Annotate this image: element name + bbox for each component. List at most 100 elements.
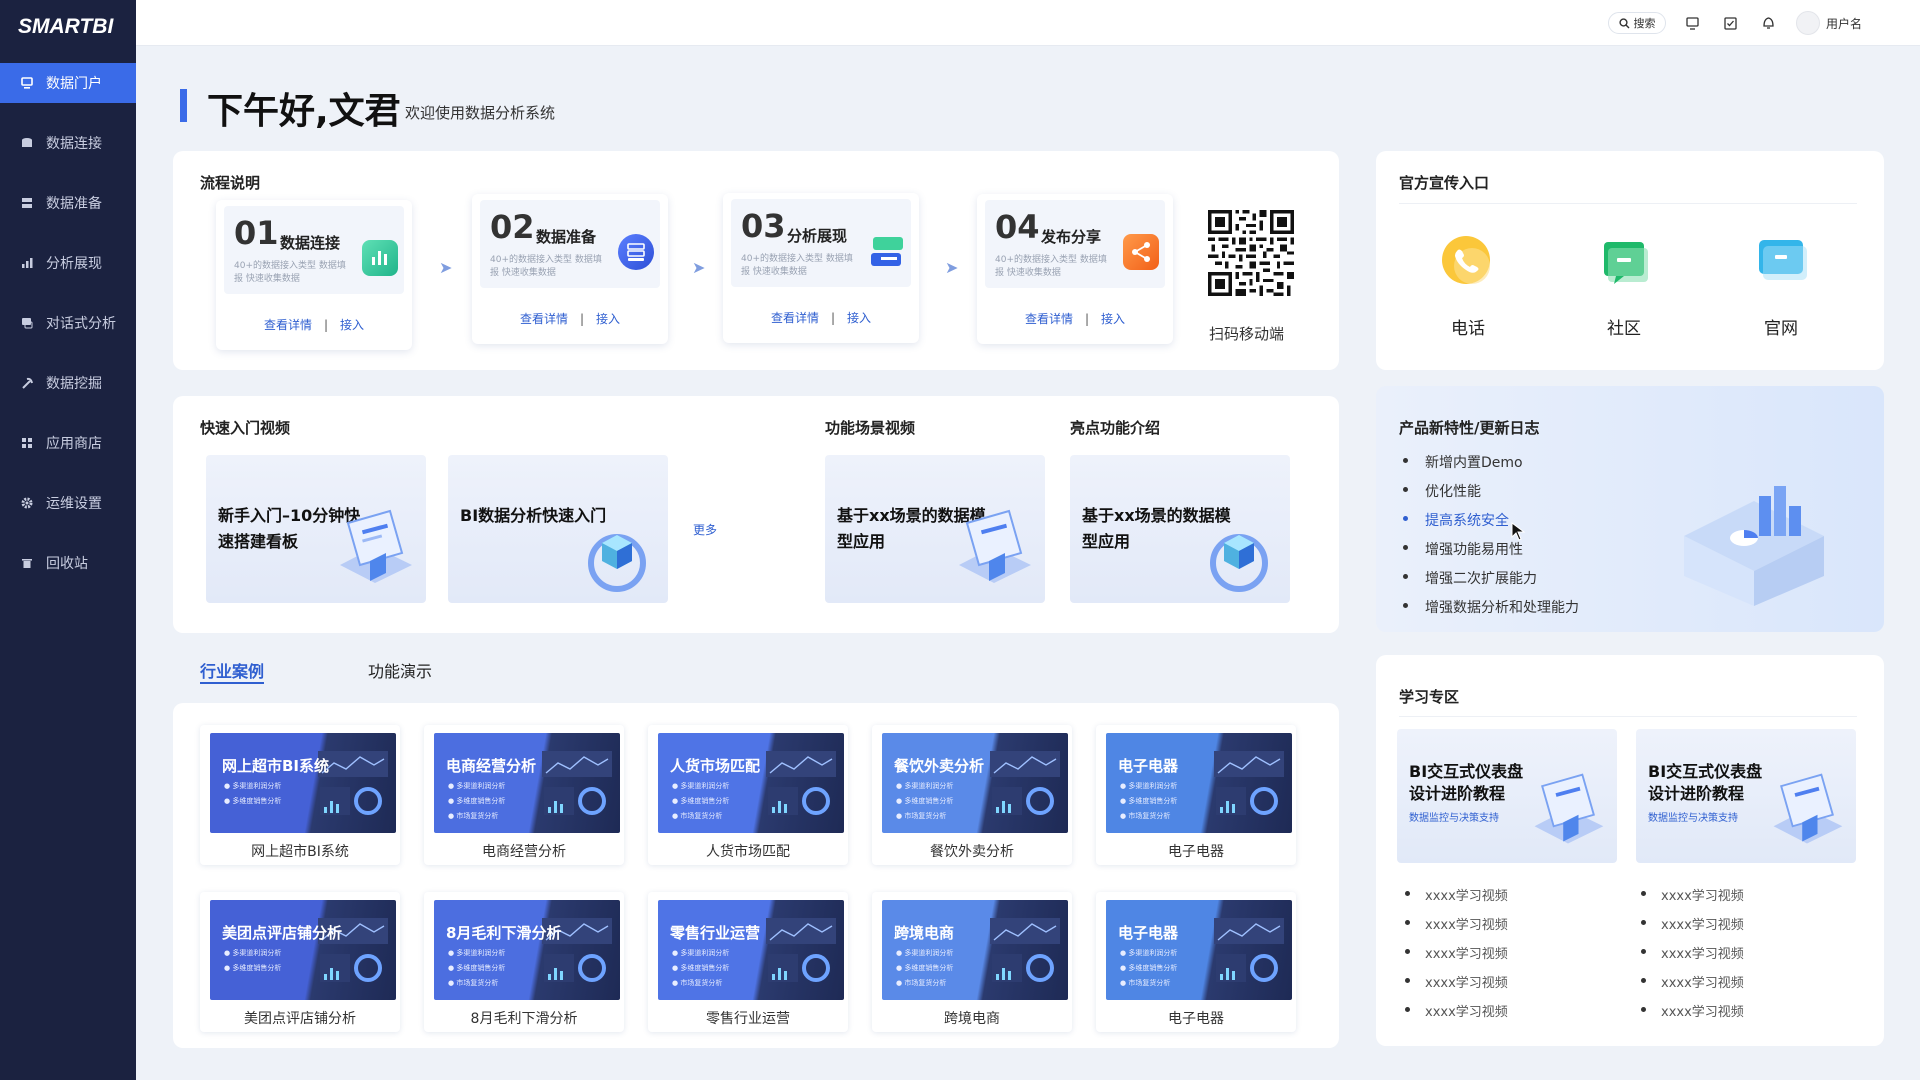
sidebar-item-label: 数据准备	[46, 196, 102, 212]
step-info: 03 分析展现 40+的数据接入类型 数据填报 快速收集数据	[731, 199, 911, 287]
case-thumb-bullet: ● 多维度销售分析	[896, 797, 954, 805]
sidebar-item-connect[interactable]: 数据连接	[0, 123, 136, 163]
sidebar-item-mining[interactable]: 数据挖掘	[0, 363, 136, 403]
view-details-link[interactable]: 查看详情	[771, 311, 819, 325]
access-link[interactable]: 接入	[596, 312, 620, 326]
step-card-publish[interactable]: 04 发布分享 40+的数据接入类型 数据填报 快速收集数据 查看详情 | 接入	[977, 194, 1173, 344]
tab-industry-cases[interactable]: 行业案例	[200, 658, 264, 682]
case-thumb-bullet: ● 多渠道利润分析	[1120, 782, 1178, 790]
search-button[interactable]: 搜索	[1608, 12, 1666, 34]
changelog-title: 产品新特性/更新日志	[1399, 419, 1540, 437]
learning-video-link[interactable]: xxxx学习视频	[1641, 972, 1744, 991]
step-card-analysis[interactable]: 03 分析展现 40+的数据接入类型 数据填报 快速收集数据 查看详情 | 接入	[723, 193, 919, 343]
view-details-link[interactable]: 查看详情	[520, 312, 568, 326]
learning-video-link[interactable]: xxxx学习视频	[1405, 943, 1508, 962]
changelog-item[interactable]: 提高系统安全	[1403, 510, 1509, 530]
case-card[interactable]: 人货市场匹配 ● 多渠道利润分析 ● 多维度销售分析 ● 市场复货分析 人货市场匹配	[648, 725, 848, 865]
case-thumb-bullet: ● 市场复货分析	[896, 812, 947, 820]
case-card[interactable]: 电子电器 ● 多渠道利润分析 ● 多维度销售分析 ● 市场复货分析 电子电器	[1096, 725, 1296, 865]
case-thumb-title: 网上超市BI系统	[222, 757, 330, 775]
step-name: 数据连接	[280, 234, 341, 252]
access-link[interactable]: 接入	[340, 318, 364, 332]
learning-video-link[interactable]: xxxx学习视频	[1405, 914, 1508, 933]
video-card[interactable]: BI数据分析快速入门	[448, 455, 668, 603]
promo-website[interactable]: 官网	[1741, 234, 1821, 339]
highlight-title: 亮点功能介绍	[1070, 419, 1161, 437]
case-card[interactable]: 电子电器 ● 多渠道利润分析 ● 多维度销售分析 ● 市场复货分析 电子电器	[1096, 892, 1296, 1032]
divider	[1399, 203, 1857, 204]
view-details-link[interactable]: 查看详情	[1025, 312, 1073, 326]
learning-video-link[interactable]: xxxx学习视频	[1641, 914, 1744, 933]
case-thumb-title: 人货市场匹配	[670, 757, 761, 775]
promo-label: 电话	[1451, 319, 1485, 339]
tab-demo[interactable]: 功能演示	[368, 658, 432, 682]
case-card[interactable]: 电商经营分析 ● 多渠道利润分析 ● 多维度销售分析 ● 市场复货分析 电商经营分析	[424, 725, 624, 865]
bell-icon[interactable]	[1759, 14, 1777, 32]
case-thumb-bullet: ● 多渠道利润分析	[448, 782, 506, 790]
video-card[interactable]: 基于xx场景的数据模型应用	[825, 455, 1045, 603]
step-number: 03	[741, 207, 786, 245]
sidebar-item-ops[interactable]: 运维设置	[0, 483, 136, 523]
case-card[interactable]: 美团点评店铺分析 ● 多渠道利润分析 ● 多维度销售分析 美团点评店铺分析	[200, 892, 400, 1032]
learning-video-link[interactable]: xxxx学习视频	[1405, 885, 1508, 904]
access-link[interactable]: 接入	[1101, 312, 1125, 326]
sidebar-item-portal[interactable]: 数据门户	[0, 63, 136, 103]
step-card-prepare[interactable]: 02 数据准备 40+的数据接入类型 数据填报 快速收集数据 查看详情 | 接入	[472, 194, 668, 344]
learning-video-link[interactable]: xxxx学习视频	[1641, 943, 1744, 962]
task-icon[interactable]	[1721, 14, 1739, 32]
page-subtitle: 欢迎使用数据分析系统	[405, 104, 556, 122]
case-card[interactable]: 零售行业运营 ● 多渠道利润分析 ● 多维度销售分析 ● 市场复货分析 零售行业运营	[648, 892, 848, 1032]
changelog-item: 新增内置Demo	[1403, 452, 1523, 472]
qr-code[interactable]	[1208, 210, 1294, 296]
case-thumb-bullet: ● 多维度销售分析	[224, 797, 282, 805]
promo-phone[interactable]: 电话	[1428, 234, 1508, 339]
case-card[interactable]: 网上超市BI系统 ● 多渠道利润分析 ● 多维度销售分析 网上超市BI系统	[200, 725, 400, 865]
learning-video-link[interactable]: xxxx学习视频	[1405, 972, 1508, 991]
database-icon	[20, 136, 34, 150]
learning-card[interactable]: BI交互式仪表盘 设计进阶教程 数据监控与决策支持	[1397, 729, 1617, 863]
view-details-link[interactable]: 查看详情	[264, 318, 312, 332]
step-desc: 40+的数据接入类型 数据填报 快速收集数据	[490, 255, 602, 278]
username[interactable]: 用户名	[1826, 15, 1862, 32]
video-card[interactable]: 新手入门–10分钟快速搭建看板	[206, 455, 426, 603]
sidebar-item-label: 数据挖掘	[46, 376, 102, 392]
learning-card[interactable]: BI交互式仪表盘 设计进阶教程 数据监控与决策支持	[1636, 729, 1856, 863]
sidebar-item-chat[interactable]: 对话式分析	[0, 303, 136, 343]
pickaxe-icon	[20, 376, 34, 390]
case-caption: 电子电器	[1168, 844, 1224, 860]
more-link[interactable]: 更多	[693, 521, 717, 538]
sidebar-item-store[interactable]: 应用商店	[0, 423, 136, 463]
step-number: 04	[995, 208, 1040, 246]
case-thumb-bullet: ● 多维度销售分析	[448, 797, 506, 805]
website-icon	[1759, 240, 1807, 280]
learning-video-link[interactable]: xxxx学习视频	[1641, 885, 1744, 904]
case-thumb-title: 跨境电商	[894, 924, 955, 942]
case-thumb-bullet: ● 多渠道利润分析	[672, 782, 730, 790]
topbar: 搜索 用户名	[136, 0, 1920, 46]
case-card[interactable]: 餐饮外卖分析 ● 多渠道利润分析 ● 多维度销售分析 ● 市场复货分析 餐饮外卖分析	[872, 725, 1072, 865]
case-thumb-bullet: ● 多渠道利润分析	[224, 782, 282, 790]
sidebar-item-label: 数据连接	[46, 136, 102, 152]
case-thumb-bullet: ● 多渠道利润分析	[896, 782, 954, 790]
step-links: 查看详情 | 接入	[519, 312, 621, 326]
learning-video-link[interactable]: xxxx学习视频	[1641, 1001, 1744, 1020]
smartbi-logo[interactable]: SMARTBI	[0, 0, 136, 53]
avatar[interactable]	[1796, 11, 1820, 35]
video-card[interactable]: 基于xx场景的数据模型应用	[1070, 455, 1290, 603]
case-card[interactable]: 跨境电商 ● 多渠道利润分析 ● 多维度销售分析 ● 市场复货分析 跨境电商	[872, 892, 1072, 1032]
monitor-icon[interactable]	[1683, 14, 1701, 32]
sidebar-item-prepare[interactable]: 数据准备	[0, 183, 136, 223]
case-caption: 跨境电商	[944, 1011, 1000, 1027]
sidebar-item-analysis[interactable]: 分析展现	[0, 243, 136, 283]
sidebar-item-trash[interactable]: 回收站	[0, 543, 136, 583]
promo-community[interactable]: 社区	[1584, 234, 1664, 339]
case-card[interactable]: 8月毛利下滑分析 ● 多渠道利润分析 ● 多维度销售分析 ● 市场复货分析 8月毛利下滑…	[424, 892, 624, 1032]
arrow-right-icon: ➤	[945, 258, 959, 277]
access-link[interactable]: 接入	[847, 311, 871, 325]
bar-chart-icon	[20, 256, 34, 270]
learning-video-link[interactable]: xxxx学习视频	[1405, 1001, 1508, 1020]
case-caption: 网上超市BI系统	[251, 844, 349, 860]
step-card-connect[interactable]: 01 数据连接 40+的数据接入类型 数据填报 快速收集数据 查看详情 | 接入	[216, 200, 412, 350]
case-thumb-bullet: ● 多维度销售分析	[1120, 797, 1178, 805]
case-thumb-bullet: ● 多维度销售分析	[224, 964, 282, 972]
